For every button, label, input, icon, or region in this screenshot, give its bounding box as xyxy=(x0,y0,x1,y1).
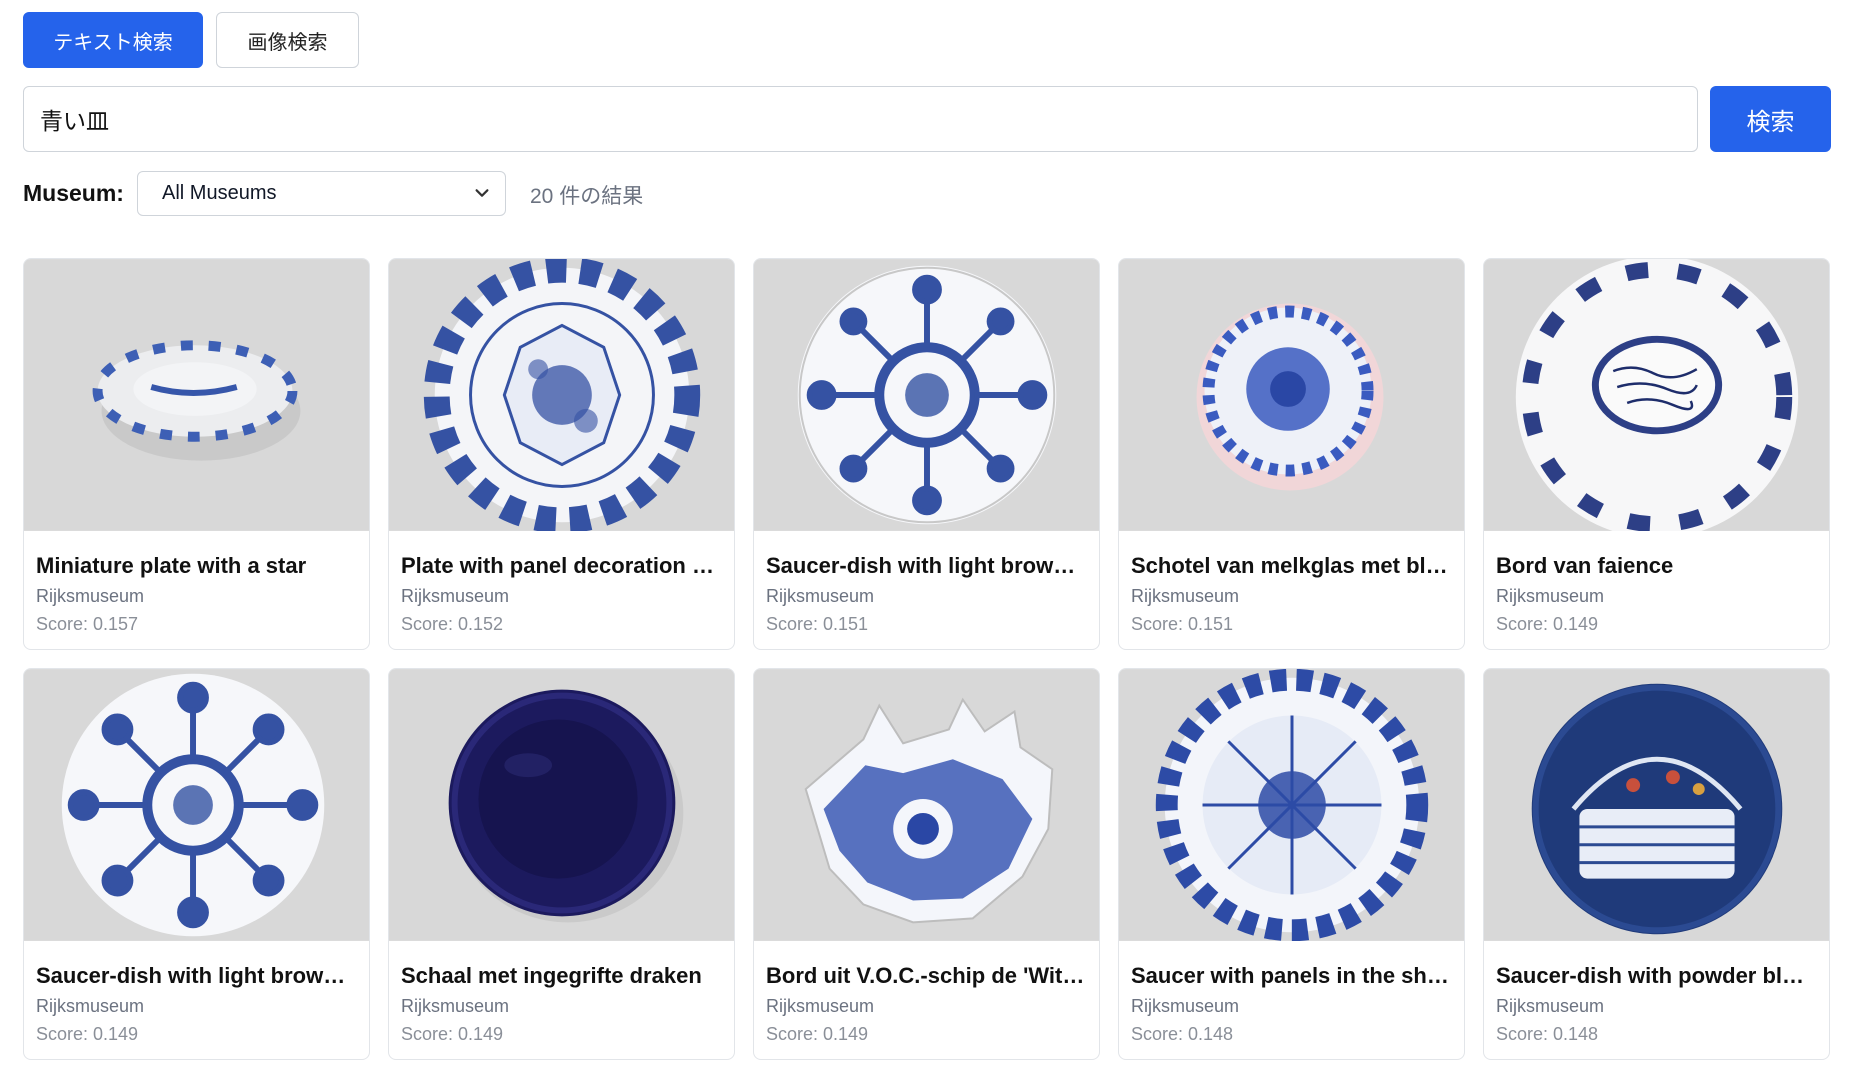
artwork-museum: Rijksmuseum xyxy=(36,996,145,1016)
artwork-score: Score: 0.151 xyxy=(1131,614,1234,634)
artwork-score: Score: 0.149 xyxy=(1496,614,1599,634)
app-root: テキスト検索 画像検索 検索 Museum: All Museums 20 件の… xyxy=(0,0,1850,1068)
artwork-image xyxy=(754,259,1099,531)
artwork-museum: Rijksmuseum xyxy=(401,996,510,1016)
artwork-score: Score: 0.157 xyxy=(36,614,139,634)
search-mode-tabs: テキスト検索 画像検索 xyxy=(23,12,359,68)
artwork-image xyxy=(1119,669,1464,941)
result-card[interactable]: Plate with panel decoration … Rijksmuseu… xyxy=(388,258,735,650)
artwork-title: Saucer-dish with light brown… xyxy=(36,963,357,988)
artwork-title: Saucer-dish with powder blu… xyxy=(1496,963,1817,988)
artwork-image xyxy=(24,669,369,941)
artwork-museum: Rijksmuseum xyxy=(1131,996,1240,1016)
tab-image-search[interactable]: 画像検索 xyxy=(216,12,359,68)
artwork-museum: Rijksmuseum xyxy=(766,996,875,1016)
artwork-image xyxy=(1119,259,1464,531)
artwork-image xyxy=(754,669,1099,941)
result-card[interactable]: Bord van faience Rijksmuseum Score: 0.14… xyxy=(1483,258,1830,650)
result-count: 20 件の結果 xyxy=(530,185,644,208)
artwork-score: Score: 0.151 xyxy=(766,614,869,634)
artwork-score: Score: 0.148 xyxy=(1131,1024,1234,1044)
artwork-title: Schotel van melkglas met bl… xyxy=(1131,553,1448,578)
artwork-museum: Rijksmuseum xyxy=(1131,586,1240,606)
artwork-score: Score: 0.148 xyxy=(1496,1024,1599,1044)
artwork-title: Bord uit V.O.C.-schip de 'Wit… xyxy=(766,963,1085,988)
result-card[interactable]: Schaal met ingegrifte draken Rijksmuseum… xyxy=(388,668,735,1060)
artwork-title: Miniature plate with a star xyxy=(36,553,307,578)
chevron-down-icon xyxy=(475,189,489,197)
artwork-image xyxy=(389,669,734,941)
artwork-image xyxy=(389,259,734,531)
artwork-image xyxy=(24,259,369,531)
result-card[interactable]: Bord uit V.O.C.-schip de 'Wit… Rijksmuse… xyxy=(753,668,1100,1060)
artwork-score: Score: 0.149 xyxy=(766,1024,869,1044)
museum-select[interactable]: All Museums xyxy=(137,171,506,216)
result-card[interactable]: Miniature plate with a star Rijksmuseum … xyxy=(23,258,370,650)
artwork-score: Score: 0.149 xyxy=(36,1024,139,1044)
result-card[interactable]: Saucer-dish with light brown… Rijksmuseu… xyxy=(23,668,370,1060)
artwork-score: Score: 0.152 xyxy=(401,614,504,634)
result-card[interactable]: Saucer with panels in the sh… Rijksmuseu… xyxy=(1118,668,1465,1060)
artwork-museum: Rijksmuseum xyxy=(766,586,875,606)
museum-select-value: All Museums xyxy=(162,182,277,204)
results-grid: Miniature plate with a star Rijksmuseum … xyxy=(23,258,1830,1060)
artwork-title: Saucer-dish with light brown… xyxy=(766,553,1087,578)
artwork-museum: Rijksmuseum xyxy=(1496,586,1605,606)
result-card[interactable]: Saucer-dish with powder blu… Rijksmuseum… xyxy=(1483,668,1830,1060)
museum-filter-label: Museum: xyxy=(23,180,124,206)
artwork-title: Plate with panel decoration … xyxy=(401,553,714,578)
artwork-title: Bord van faience xyxy=(1496,553,1674,578)
search-input[interactable] xyxy=(23,86,1698,152)
artwork-score: Score: 0.149 xyxy=(401,1024,504,1044)
search-button[interactable]: 検索 xyxy=(1710,86,1831,152)
artwork-museum: Rijksmuseum xyxy=(401,586,510,606)
result-card[interactable]: Schotel van melkglas met bl… Rijksmuseum… xyxy=(1118,258,1465,650)
artwork-museum: Rijksmuseum xyxy=(1496,996,1605,1016)
tab-text-search[interactable]: テキスト検索 xyxy=(23,12,203,68)
artwork-museum: Rijksmuseum xyxy=(36,586,145,606)
artwork-title: Saucer with panels in the sh… xyxy=(1131,963,1449,988)
artwork-title: Schaal met ingegrifte draken xyxy=(401,963,702,988)
result-card[interactable]: Saucer-dish with light brown… Rijksmuseu… xyxy=(753,258,1100,650)
artwork-image xyxy=(1484,669,1829,941)
artwork-image xyxy=(1484,259,1829,531)
